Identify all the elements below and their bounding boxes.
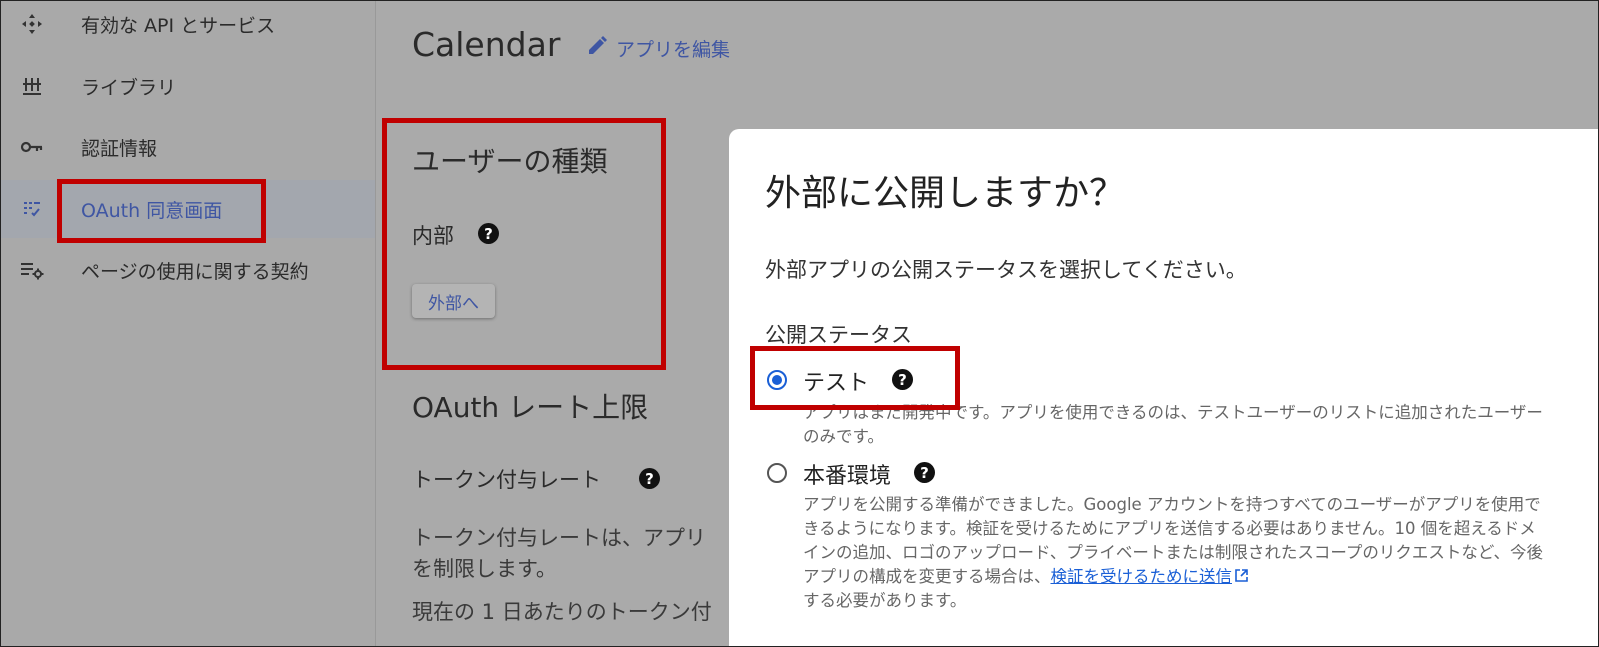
- edit-app-link[interactable]: アプリを編集: [586, 35, 730, 62]
- rate-description-line: トークン付与レートは、アプリ: [412, 526, 706, 550]
- sidebar-item-oauth-consent[interactable]: OAuth 同意画面: [1, 180, 375, 238]
- sidebar-item-label: 認証情報: [81, 137, 158, 160]
- rate-description-line: 現在の 1 日あたりのトークン付: [412, 600, 712, 624]
- rate-description-line: を制限します。: [412, 557, 557, 581]
- library-icon: [19, 73, 45, 99]
- help-icon[interactable]: ?: [914, 462, 935, 483]
- dialog-description: 外部アプリの公開ステータスを選択してください。: [765, 258, 1247, 282]
- option-test-label[interactable]: テスト: [803, 365, 869, 397]
- sidebar-item-page-usage-agreements[interactable]: ページの使用に関する契約: [1, 241, 375, 299]
- sidebar: 有効な API とサービス ライブラリ 認証情報 OAuth 同意画面 ページの…: [1, 1, 376, 646]
- make-external-button[interactable]: 外部へ: [412, 284, 495, 318]
- sidebar-item-label: OAuth 同意画面: [81, 199, 223, 222]
- user-type-heading: ユーザーの種類: [412, 145, 608, 178]
- option-production-label[interactable]: 本番環境: [803, 458, 891, 490]
- external-link-icon: [1232, 567, 1249, 586]
- option-production-description: アプリを公開する準備ができました。Google アカウントを持つすべてのユーザー…: [803, 493, 1548, 613]
- radio-production[interactable]: [767, 463, 787, 483]
- help-icon[interactable]: ?: [639, 468, 660, 489]
- submit-for-verification-link[interactable]: 検証を受けるために送信: [1051, 567, 1250, 586]
- help-icon[interactable]: ?: [478, 223, 499, 244]
- verification-link-label: 検証を受けるために送信: [1050, 567, 1233, 586]
- key-icon: [19, 134, 45, 160]
- option-test-description: アプリはまだ開発中です。アプリを使用できるのは、テストユーザーのリストに追加され…: [803, 403, 1543, 446]
- production-description-tail: する必要があります。: [803, 591, 967, 610]
- api-icon: [19, 11, 45, 37]
- sidebar-item-library[interactable]: ライブラリ: [1, 57, 375, 115]
- pencil-icon: [586, 35, 608, 62]
- sidebar-item-label: 有効な API とサービス: [81, 14, 276, 37]
- user-type-value: 内部: [412, 224, 454, 248]
- settings-list-icon: [19, 257, 45, 283]
- edit-app-label: アプリを編集: [616, 39, 731, 61]
- sidebar-item-label: ライブラリ: [81, 76, 177, 99]
- token-grant-rate-label: トークン付与レート: [412, 468, 601, 492]
- page-title: Calendar: [412, 25, 561, 64]
- radio-test[interactable]: [767, 370, 787, 390]
- sidebar-item-credentials[interactable]: 認証情報: [1, 118, 375, 176]
- sidebar-item-enabled-apis[interactable]: 有効な API とサービス: [1, 1, 375, 53]
- screenshot-frame: 有効な API とサービス ライブラリ 認証情報 OAuth 同意画面 ページの…: [0, 0, 1599, 647]
- publish-status-label: 公開ステータス: [765, 323, 912, 347]
- oauth-rate-limit-heading: OAuth レート上限: [412, 391, 649, 424]
- dialog-title: 外部に公開しますか？: [765, 173, 1126, 214]
- sidebar-item-label: ページの使用に関する契約: [81, 260, 309, 283]
- consent-icon: [19, 196, 45, 222]
- help-icon[interactable]: ?: [892, 369, 913, 390]
